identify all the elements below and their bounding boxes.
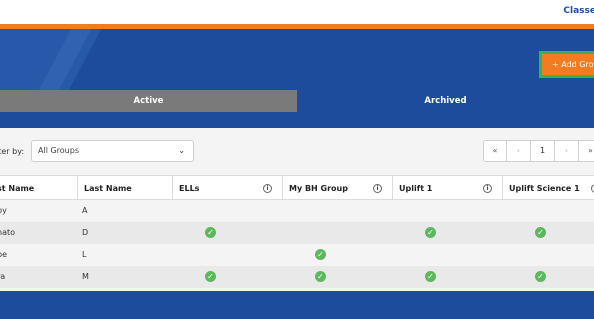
chevron-down-icon: ⌄ xyxy=(178,146,185,155)
info-icon[interactable]: i xyxy=(373,184,382,193)
column-header-first-name[interactable]: st Name xyxy=(0,176,77,199)
column-header-label: Last Name xyxy=(84,184,132,193)
groups-panel: lter by: All Groups ⌄ « ‹ 1 › » st Name … xyxy=(0,128,594,291)
check-icon[interactable]: ✓ xyxy=(315,271,326,282)
info-icon[interactable]: i xyxy=(483,184,492,193)
column-header-label: Uplift 1 xyxy=(399,184,433,193)
add-group-button[interactable]: + Add Grou xyxy=(542,54,594,75)
table-row: be L ✓ xyxy=(0,244,594,266)
table-row: nato D ✓ ✓ ✓ xyxy=(0,222,594,244)
check-icon[interactable]: ✓ xyxy=(425,227,436,238)
group-tabs: Active Archived xyxy=(0,90,594,112)
table-row: by A xyxy=(0,200,594,222)
tab-archived[interactable]: Archived xyxy=(297,90,594,112)
classes-nav-link[interactable]: Classe xyxy=(563,6,594,16)
check-icon[interactable]: ✓ xyxy=(315,249,326,260)
check-icon[interactable]: ✓ xyxy=(425,271,436,282)
column-header-my-bh-group[interactable]: My BH Group i xyxy=(282,176,392,199)
tab-active[interactable]: Active xyxy=(0,90,297,112)
last-name-cell: M xyxy=(82,272,89,281)
top-nav-bar: Classe xyxy=(0,0,594,24)
column-header-uplift-1[interactable]: Uplift 1 i xyxy=(392,176,502,199)
column-header-label: My BH Group xyxy=(289,184,348,193)
last-name-cell: D xyxy=(82,228,89,237)
footer-band xyxy=(0,291,594,319)
first-name-cell: by xyxy=(0,206,7,215)
filter-label: lter by: xyxy=(0,147,25,156)
prev-page-button[interactable]: ‹ xyxy=(507,140,531,162)
info-icon[interactable]: i xyxy=(263,184,272,193)
last-name-cell: L xyxy=(82,250,87,259)
last-page-button[interactable]: » xyxy=(579,140,594,162)
last-name-cell: A xyxy=(82,206,88,215)
column-header-label: Uplift Science 1 xyxy=(509,184,580,193)
check-icon[interactable]: ✓ xyxy=(205,271,216,282)
first-name-cell: ra xyxy=(0,272,6,281)
tabs-bottom-band xyxy=(0,112,594,128)
pagination: « ‹ 1 › » xyxy=(483,140,594,162)
column-header-uplift-science-1[interactable]: Uplift Science 1i xyxy=(502,176,594,199)
add-group-button-highlight: + Add Grou xyxy=(539,51,594,78)
group-filter-select[interactable]: All Groups ⌄ xyxy=(31,140,194,162)
table-header-row: st Name Last Name ELLs i My BH Group i Upl… xyxy=(0,175,594,200)
check-icon[interactable]: ✓ xyxy=(535,227,546,238)
column-header-last-name[interactable]: Last Name xyxy=(77,176,172,199)
first-name-cell: be xyxy=(0,250,7,259)
check-icon[interactable]: ✓ xyxy=(535,271,546,282)
next-page-button[interactable]: › xyxy=(555,140,579,162)
column-header-label: ELLs xyxy=(179,184,200,193)
header-banner: + Add Grou xyxy=(0,29,594,90)
first-page-button[interactable]: « xyxy=(483,140,507,162)
filter-selected-value: All Groups xyxy=(38,146,79,155)
current-page[interactable]: 1 xyxy=(531,140,555,162)
check-icon[interactable]: ✓ xyxy=(205,227,216,238)
column-header-label: st Name xyxy=(0,184,35,193)
column-header-ells[interactable]: ELLs i xyxy=(172,176,282,199)
first-name-cell: nato xyxy=(0,228,16,237)
table-row: ra M ✓ ✓ ✓ ✓ xyxy=(0,266,594,288)
